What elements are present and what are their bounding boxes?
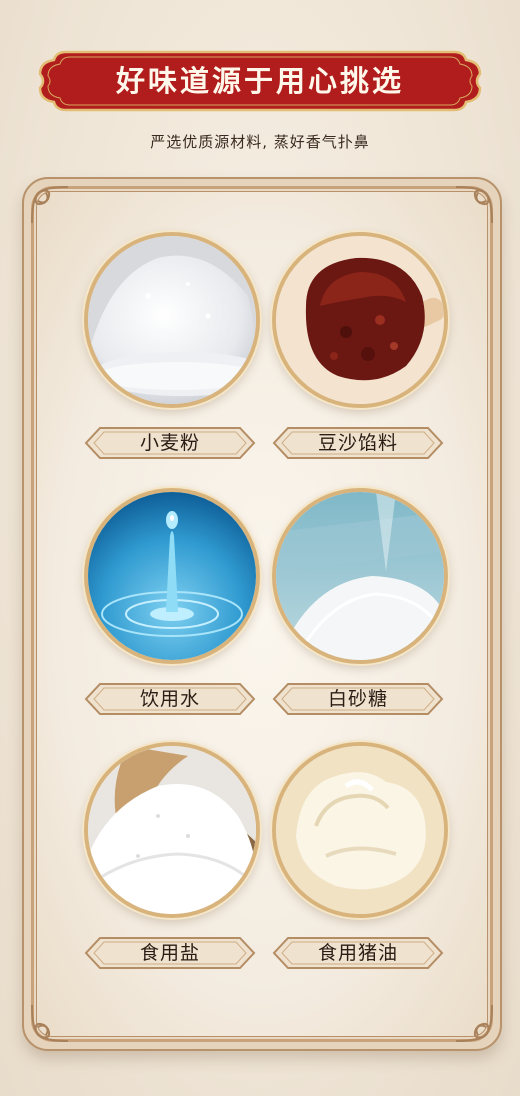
- lard-image: [272, 742, 448, 918]
- ingredient-label-tag: 食用盐: [82, 934, 258, 972]
- ingredient-label: 饮用水: [139, 688, 200, 710]
- ingredient-label-tag: 饮用水: [82, 680, 258, 718]
- ingredient-card: 食用猪油: [260, 742, 460, 982]
- ingredient-card: 豆沙馅料: [260, 232, 460, 472]
- corner-ornament-icon: [455, 1004, 493, 1042]
- red-bean-paste-image: [272, 232, 448, 408]
- corner-ornament-icon: [455, 186, 493, 224]
- flour-image: [84, 232, 260, 408]
- corner-ornament-icon: [31, 186, 69, 224]
- ingredient-label: 食用猪油: [317, 942, 398, 964]
- ingredient-label: 豆沙馅料: [317, 432, 398, 454]
- ingredient-label-tag: 豆沙馅料: [270, 424, 446, 462]
- corner-ornament-icon: [31, 1004, 69, 1042]
- ingredient-label: 食用盐: [139, 942, 200, 964]
- ingredient-label-tag: 白砂糖: [270, 680, 446, 718]
- ingredient-card: 饮用水: [72, 488, 272, 728]
- ingredient-label-tag: 小麦粉: [82, 424, 258, 462]
- ingredient-label-tag: 食用猪油: [270, 934, 446, 972]
- ingredient-card: 白砂糖: [260, 488, 460, 728]
- ingredient-label: 小麦粉: [139, 432, 200, 454]
- ingredient-label: 白砂糖: [327, 688, 388, 710]
- page: 好味道源于用心挑选 严选优质源材料, 蒸好香气扑鼻 小麦粉 豆沙馅料 饮用水 白…: [0, 0, 520, 1096]
- page-subtitle: 严选优质源材料, 蒸好香气扑鼻: [150, 133, 370, 151]
- salt-image: [84, 742, 260, 918]
- ingredient-card: 食用盐: [72, 742, 272, 982]
- water-drop-image: [84, 488, 260, 664]
- page-title: 好味道源于用心挑选: [115, 64, 404, 98]
- ingredient-card: 小麦粉: [72, 232, 272, 472]
- title-banner: 好味道源于用心挑选: [38, 50, 482, 112]
- white-sugar-image: [272, 488, 448, 664]
